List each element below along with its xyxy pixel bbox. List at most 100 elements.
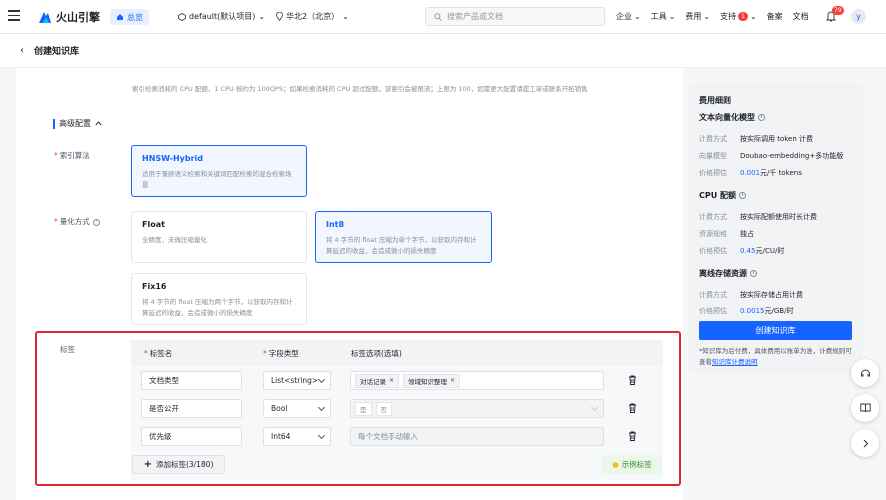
tag-options-input[interactable]: 是 否: [350, 399, 604, 418]
field-type-select[interactable]: List<string>: [263, 371, 331, 390]
info-icon[interactable]: i: [750, 270, 757, 277]
chevron-down-icon: ⌄: [634, 12, 641, 21]
nav-filing-label: 备案: [766, 12, 783, 21]
price-unit: 元/千 tokens: [760, 169, 802, 177]
section-marker: [53, 118, 55, 129]
price-number: 0.0015: [740, 307, 765, 315]
quant-option-fix16[interactable]: Fix16 将 4 字节的 float 压缩为两个字节，以获取内存和计算延迟的收…: [131, 273, 307, 325]
price-unit: 元/GB/时: [764, 307, 794, 315]
nav-tools[interactable]: 工具 ⌄: [651, 11, 676, 22]
quant-option-title: Fix16: [142, 282, 167, 291]
cost-value: 按实际存储占用计费: [740, 291, 803, 299]
quant-field-label: * 量化方式?: [54, 216, 100, 227]
cost-value: 0.001元/千 tokens: [740, 168, 802, 178]
algo-label-text: 索引算法: [59, 151, 90, 160]
chevron-right-icon: [863, 439, 868, 447]
nav-docs[interactable]: 文档: [793, 11, 809, 22]
avatar[interactable]: y: [851, 9, 866, 24]
field-type-select[interactable]: Int64: [263, 427, 331, 446]
assistant-button[interactable]: [851, 359, 879, 387]
notification-badge: 79: [832, 6, 844, 15]
example-tag-label: 示例标签: [621, 460, 652, 469]
page-title: 创建知识库: [34, 47, 80, 57]
expand-button[interactable]: [851, 429, 879, 457]
algo-option-hnsw[interactable]: HNSW-Hybrid 适用于兼顾语义检索和关键词匹配检索的混合检索场景: [131, 145, 307, 197]
cost-key: 价格预估: [699, 247, 727, 255]
tag-name-input[interactable]: 是否公开: [141, 399, 242, 418]
nav-support[interactable]: 支持 1 ⌄: [720, 11, 757, 22]
overview-button[interactable]: 总览: [110, 9, 149, 25]
tag-name-input[interactable]: 文档类型: [141, 371, 242, 390]
cost-key: 资源规格: [699, 230, 727, 238]
col-field-type-label: 字段类型: [268, 349, 299, 358]
volcano-logo-icon: [39, 12, 51, 23]
location-icon: [276, 12, 283, 21]
billing-doc-link[interactable]: 知识库计费说明: [712, 358, 758, 366]
cost-key: 价格预估: [699, 307, 727, 315]
info-icon[interactable]: i: [758, 114, 765, 121]
tag-field-label: 标签: [60, 345, 75, 354]
vector-model-heading-text: 文本向量化模型: [699, 113, 755, 122]
nav-filing[interactable]: 备案: [767, 11, 783, 22]
chevron-down-icon: ⌄: [703, 12, 711, 21]
chevron-down-icon: ⌄: [342, 12, 349, 21]
create-kb-button[interactable]: 创建知识库: [699, 321, 852, 340]
docs-button[interactable]: [851, 394, 879, 422]
search-placeholder: 搜索产品或文档: [447, 12, 503, 21]
close-icon[interactable]: ✕: [450, 377, 455, 384]
cpu-heading: CPU 配额 i: [699, 190, 747, 201]
info-icon[interactable]: i: [739, 192, 747, 199]
algo-field-label: * 索引算法: [54, 151, 90, 160]
brand-name: 火山引擎: [56, 11, 100, 24]
tag-options-input[interactable]: 对话记录 ✕ 领域知识整理 ✕: [350, 371, 604, 390]
algo-option-desc: 适用于兼顾语义检索和关键词匹配检索的混合检索场景: [142, 170, 292, 189]
nav-docs-label: 文档: [792, 12, 809, 21]
chevron-down-icon: ⌄: [668, 12, 676, 21]
chip-label: 是: [360, 405, 367, 414]
quant-option-title: Int8: [326, 220, 345, 229]
chevron-down-icon: [317, 431, 326, 440]
trash-icon[interactable]: [628, 375, 637, 385]
price-unit: 元/CU/时: [755, 247, 785, 255]
help-icon[interactable]: ?: [92, 218, 100, 226]
quant-option-int8[interactable]: Int8 将 4 字节的 float 压缩为单个字节，以获取内存和计算延迟的收益…: [315, 211, 492, 263]
field-type-select[interactable]: Bool: [263, 399, 331, 418]
option-chip: 否: [375, 401, 392, 416]
search-input[interactable]: 搜索产品或文档: [425, 7, 605, 26]
field-type-value: List<string>: [271, 376, 319, 385]
trash-icon[interactable]: [628, 403, 637, 413]
advanced-config-toggle[interactable]: 高级配置: [53, 118, 102, 129]
nav-tools-label: 工具: [650, 12, 667, 21]
add-tag-button[interactable]: + 添加标签(3/180): [132, 455, 225, 474]
cost-value: 按实际调用 token 计费: [740, 135, 814, 143]
nav-enterprise[interactable]: 企业 ⌄: [616, 11, 641, 22]
headset-icon: [860, 369, 870, 376]
price-number: 0.45: [740, 247, 756, 255]
storage-heading: 离线存储资源 i: [699, 268, 757, 279]
cost-key: 计费方式: [699, 213, 727, 221]
nav-enterprise-label: 企业: [616, 12, 632, 21]
col-tag-name-label: 标签名: [149, 349, 173, 358]
tag-options-input[interactable]: 每个文档手动输入: [350, 427, 604, 446]
region-selector[interactable]: 华北2（北京） ⌄: [276, 11, 349, 22]
back-arrow-icon[interactable]: ‹: [20, 45, 24, 56]
nav-billing[interactable]: 费用 ⌄: [685, 11, 710, 22]
quant-option-float[interactable]: Float 全精度，未做压缩量化: [131, 211, 307, 263]
page-header: [0, 34, 886, 68]
field-type-value: Bool: [271, 404, 288, 413]
example-tag-button[interactable]: ● 示例标签: [602, 455, 662, 474]
tag-name-input[interactable]: 优先级: [141, 427, 242, 446]
chevron-down-icon: ⌄: [258, 12, 266, 21]
project-selector[interactable]: default(默认项目) ⌄: [178, 11, 265, 22]
chevron-down-icon: ⌄: [749, 12, 757, 21]
brand-logo[interactable]: 火山引擎: [38, 9, 100, 25]
close-icon[interactable]: ✕: [389, 377, 394, 384]
cost-value: Doubao-embedding+多功能版: [740, 152, 844, 160]
quant-option-desc: 将 4 字节的 float 压缩为两个字节，以获取内存和计算延迟的收益，会造成微…: [142, 298, 293, 317]
cost-panel-title: 费用细则: [699, 96, 731, 105]
col-tag-options: 标签选项(选填): [351, 349, 402, 358]
menu-icon[interactable]: [8, 10, 20, 22]
top-nav: 企业 ⌄ 工具 ⌄ 费用 ⌄ 支持 1 ⌄ 备案 文档: [616, 11, 809, 22]
trash-icon[interactable]: [628, 431, 637, 441]
quant-label-text: 量化方式: [59, 217, 90, 226]
